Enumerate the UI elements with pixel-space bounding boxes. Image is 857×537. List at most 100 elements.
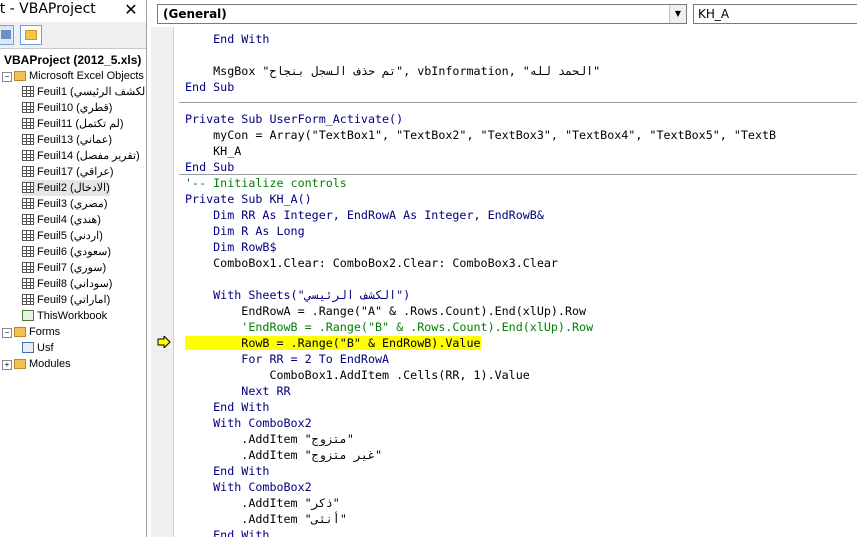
code-text: ComboBox1.Clear: ComboBox2.Clear: ComboB…	[185, 256, 558, 270]
tree-item-sheet[interactable]: Feuil6 (سعودي)	[22, 244, 111, 260]
tree-item-sheet[interactable]: Feuil7 (سوري)	[22, 260, 106, 276]
code-line: 'EndRowB = .Range("B" & .Rows.Count).End…	[185, 319, 593, 335]
toggle-folders-button[interactable]	[20, 25, 42, 45]
close-icon[interactable]: ✕	[122, 1, 140, 19]
procedure-dropdown[interactable]: KH_A	[693, 4, 857, 24]
tree-item-sheet[interactable]: Feuil10 (قطري)	[22, 100, 112, 116]
folder-icon	[14, 359, 26, 369]
code-editor[interactable]: End With MsgBox "تم حذف السجل بنجاح", vb…	[185, 31, 857, 537]
userform-icon	[22, 342, 34, 353]
worksheet-icon	[22, 230, 34, 241]
folder-label: Forms	[29, 326, 61, 338]
execution-point-icon	[157, 336, 171, 348]
project-explorer-titlebar: ct - VBAProject ✕	[0, 0, 146, 23]
code-line: Dim RR As Integer, EndRowA As Integer, E…	[185, 207, 544, 223]
code-text: End With	[185, 400, 270, 414]
code-line: With ComboBox2	[185, 415, 312, 431]
tree-item-sheet[interactable]: Feuil8 (سوداني)	[22, 276, 112, 292]
collapse-icon[interactable]: −	[2, 72, 12, 82]
code-line: Dim RowB$	[185, 239, 276, 255]
code-text: .AddItem "غير متزوج"	[185, 448, 383, 462]
worksheet-icon	[22, 278, 34, 289]
code-window: (General) ▼ KH_A End With MsgBox "تم حذف…	[151, 0, 857, 537]
code-line: With Sheets("الكشف الرئيسي")	[185, 287, 410, 303]
tree-item-workbook[interactable]: ThisWorkbook	[22, 308, 107, 324]
worksheet-icon	[22, 214, 34, 225]
sheet-label: Feuil8 (سوداني)	[37, 278, 113, 290]
sheet-label: Feuil1 (الكشف الرئيسي)	[37, 86, 147, 98]
worksheet-icon	[22, 86, 34, 97]
tree-item-sheet[interactable]: Feuil5 (اردني)	[22, 228, 103, 244]
code-text: Dim RR As Integer, EndRowA As Integer, E…	[185, 208, 544, 222]
code-line: End With	[185, 463, 269, 479]
tree-item-sheet[interactable]: Feuil14 (تقرير مفصل)	[22, 148, 140, 164]
worksheet-icon	[22, 198, 34, 209]
tree-item-sheet[interactable]: Feuil9 (اماراتي)	[22, 292, 110, 308]
code-text: End With	[185, 32, 270, 46]
code-line: ComboBox1.Clear: ComboBox2.Clear: ComboB…	[185, 255, 558, 271]
code-comment: 'EndRowB = .Range("B" & .Rows.Count).End…	[185, 320, 594, 334]
project-node[interactable]: VBAProject (2012_5.xls)	[4, 52, 141, 68]
tree-item-sheet[interactable]: Feuil1 (الكشف الرئيسي)	[22, 84, 147, 100]
tree-item-form[interactable]: Usf	[22, 340, 54, 356]
code-text: .AddItem "متزوج"	[185, 432, 354, 446]
tree-item-sheet[interactable]: Feuil4 (هندي)	[22, 212, 101, 228]
folder-label: Modules	[29, 358, 71, 370]
code-text: .AddItem "أنثى"	[185, 512, 347, 526]
code-text: ComboBox1.AddItem .Cells(RR, 1).Value	[185, 368, 530, 382]
folder-forms[interactable]: − Forms	[2, 324, 60, 340]
code-text: .AddItem "ذكر"	[185, 496, 340, 510]
tree-item-sheet[interactable]: Feuil11 (لم تكتمل)	[22, 116, 124, 132]
sheet-label: Feuil3 (مصري)	[37, 198, 108, 210]
worksheet-icon	[22, 166, 34, 177]
sheet-label: Feuil6 (سعودي)	[37, 246, 112, 258]
code-text: End Sub	[185, 80, 235, 94]
worksheet-icon	[22, 262, 34, 273]
tree-item-sheet[interactable]: Feuil17 (عراقي)	[22, 164, 114, 180]
code-text: End Sub	[185, 160, 235, 174]
code-line: End Sub	[185, 159, 234, 175]
folder-excel-objects[interactable]: − Microsoft Excel Objects	[2, 68, 144, 84]
code-line: For RR = 2 To EndRowA	[185, 351, 389, 367]
worksheet-icon	[22, 246, 34, 257]
tree-item-sheet[interactable]: Feuil13 (عماني)	[22, 132, 112, 148]
tree-item-sheet[interactable]: Feuil3 (مصري)	[22, 196, 107, 212]
sheet-label: Feuil2 (الادخال)	[37, 182, 110, 194]
folder-icon	[14, 71, 26, 81]
workbook-label: ThisWorkbook	[37, 310, 108, 322]
worksheet-icon	[22, 294, 34, 305]
code-line: .AddItem "متزوج"	[185, 431, 354, 447]
sheet-label: Feuil10 (قطري)	[37, 102, 113, 114]
tree-item-sheet-selected[interactable]: Feuil2 (الادخال)	[22, 180, 110, 196]
workbook-icon	[22, 310, 34, 321]
code-line: .AddItem "ذكر"	[185, 495, 340, 511]
folder-icon	[14, 327, 26, 337]
folder-icon	[25, 30, 37, 40]
code-text: KH_A	[185, 144, 242, 158]
expand-icon[interactable]: +	[2, 360, 12, 370]
code-line: Next RR	[185, 383, 291, 399]
object-dropdown[interactable]: (General) ▼	[157, 4, 687, 24]
current-statement: RowB = .Range("B" & EndRowB).Value	[185, 336, 481, 350]
code-line: Private Sub KH_A()	[185, 191, 312, 207]
code-text: Next RR	[185, 384, 291, 398]
code-comment: '-- Initialize controls	[185, 176, 347, 190]
margin-indicator-bar[interactable]	[151, 27, 174, 537]
sheet-label: Feuil5 (اردني)	[37, 230, 103, 242]
code-line: MsgBox "تم حذف السجل بنجاح", vbInformati…	[185, 63, 600, 79]
code-text: Dim R As Long	[185, 224, 305, 238]
code-line: Dim R As Long	[185, 223, 305, 239]
sheet-label: Feuil17 (عراقي)	[37, 166, 114, 178]
folder-modules[interactable]: + Modules	[2, 356, 71, 372]
code-text: End With	[185, 528, 270, 537]
project-explorer: ct - VBAProject ✕ VBAProject (2012_5.xls…	[0, 0, 147, 537]
sheet-label: Feuil13 (عماني)	[37, 134, 112, 146]
chevron-down-icon[interactable]: ▼	[669, 5, 686, 23]
folder-label: Microsoft Excel Objects	[29, 70, 144, 82]
collapse-icon[interactable]: −	[2, 328, 12, 338]
code-line: .AddItem "أنثى"	[185, 511, 347, 527]
code-line: '-- Initialize controls	[185, 175, 347, 191]
view-object-button[interactable]	[0, 25, 14, 45]
code-line: .AddItem "غير متزوج"	[185, 447, 382, 463]
project-explorer-title: ct - VBAProject	[0, 1, 96, 17]
